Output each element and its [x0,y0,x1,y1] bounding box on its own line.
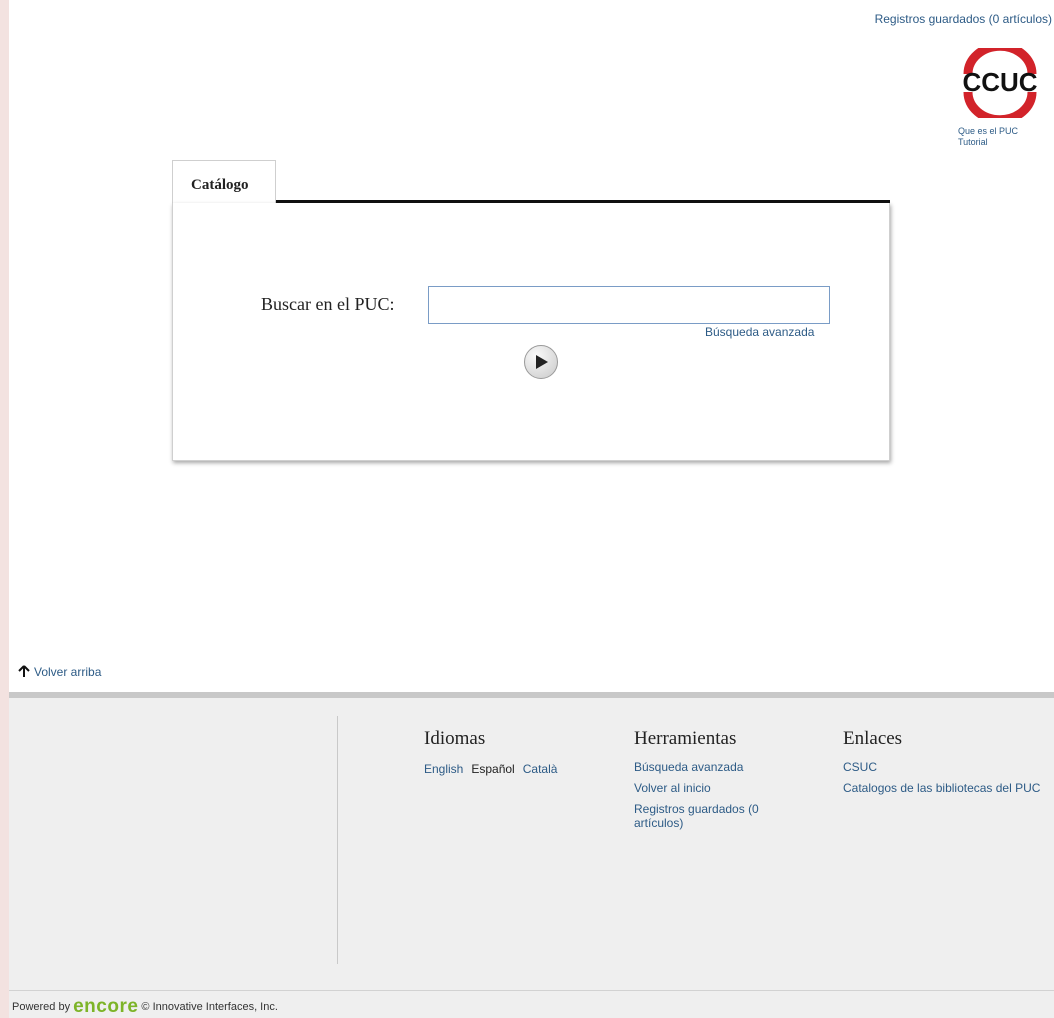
advanced-search-link[interactable]: Búsqueda avanzada [705,325,814,339]
csuc-link[interactable]: CSUC [843,760,1048,774]
footer-languages: Idiomas English Español Català [424,728,565,778]
svg-text:CCUC: CCUC [962,67,1037,97]
catalogs-link[interactable]: Catalogos de las bibliotecas del PUC [843,781,1048,795]
saved-records-link[interactable]: Registros guardados (0 artículos) [875,12,1052,26]
footer-tools: Herramientas Búsqueda avanzada Volver al… [634,728,784,837]
footer-links: Enlaces CSUC Catalogos de las biblioteca… [843,728,1048,802]
arrow-up-icon [18,665,30,677]
encore-logo[interactable]: encore [73,996,138,1017]
footer-divider [337,716,338,964]
footer-advanced-search-link[interactable]: Búsqueda avanzada [634,760,784,774]
search-input[interactable] [428,286,830,324]
lang-espanol-current: Español [471,762,515,776]
what-is-puc-link[interactable]: Que es el PUC [958,126,1018,137]
tools-title: Herramientas [634,728,737,749]
footer-rule [9,990,1054,991]
links-title: Enlaces [843,728,903,749]
footer-saved-records-link[interactable]: Registros guardados (0 artículos) [634,802,784,830]
lang-catala-link[interactable]: Català [523,762,558,776]
powered-prefix: Powered by [12,1001,71,1013]
back-to-top-link[interactable]: Volver arriba [18,665,101,679]
ccuc-logo[interactable]: CCUC [954,41,1046,125]
search-label: Buscar en el PUC: [261,294,395,314]
logo-links: Que es el PUC Tutorial [958,126,1018,148]
languages-title: Idiomas [424,728,486,749]
footer-home-link[interactable]: Volver al inicio [634,781,784,795]
powered-suffix: © Innovative Interfaces, Inc. [141,1001,278,1013]
search-go-button[interactable] [524,345,558,379]
lang-english-link[interactable]: English [424,762,463,776]
tab-catalogo-label: Catálogo [191,177,249,193]
back-to-top-label: Volver arriba [34,665,102,679]
play-icon [536,355,548,369]
tab-catalogo[interactable]: Catálogo [172,160,276,204]
tutorial-link[interactable]: Tutorial [958,137,1018,148]
powered-by: Powered by encore © Innovative Interfaces,… [12,996,278,1018]
